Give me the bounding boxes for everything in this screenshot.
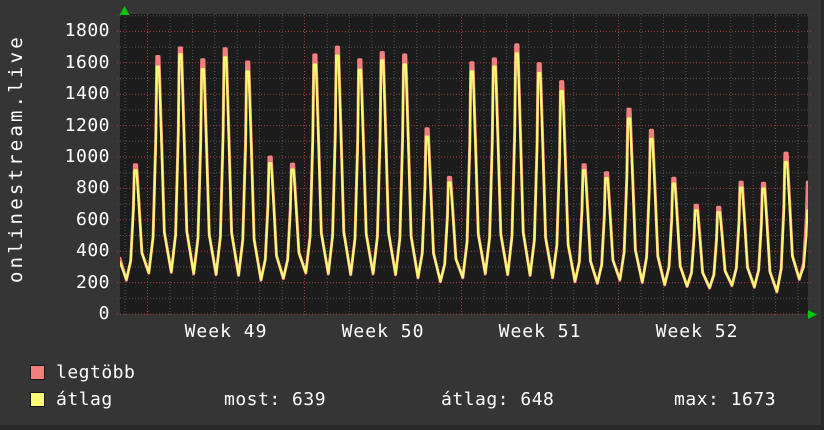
y-tick-label: 1800: [64, 20, 110, 42]
legend-swatch-avg: [30, 392, 45, 407]
y-tick-label: 1200: [64, 114, 110, 136]
graph-title-vertical: onlinestream.live: [5, 34, 27, 283]
x-week-label: Week 49: [184, 321, 268, 342]
stat-most: most: 639: [224, 389, 327, 410]
y-tick-label: 1000: [64, 146, 110, 167]
x-week-label: Week 51: [498, 321, 582, 342]
y-tick-label: 1400: [64, 83, 110, 105]
legend-swatch-max: [30, 365, 45, 380]
bottom-bevel: [0, 425, 824, 430]
x-week-label: Week 50: [341, 321, 425, 342]
y-tick-label: 200: [75, 271, 110, 293]
stat-atlag: átlag: 648: [441, 389, 555, 410]
stat-max: max: 1673: [674, 389, 777, 410]
y-axis-arrow-icon: [119, 6, 130, 15]
legend-label-max: legtöbb: [56, 362, 136, 383]
y-tick-label: 400: [75, 240, 110, 262]
y-tick-label: 800: [75, 177, 110, 199]
traffic-graph-page: onlinestream.live 0 200 400 600 800 1000 1200 1…: [0, 0, 824, 430]
x-axis-arrow-icon: [808, 310, 817, 319]
legend-label-avg: átlag: [56, 389, 113, 410]
x-week-label: Week 52: [655, 321, 739, 342]
y-tick-label: 1600: [64, 51, 110, 73]
y-tick-label: 600: [75, 208, 110, 230]
y-tick-label: 0: [98, 303, 110, 324]
